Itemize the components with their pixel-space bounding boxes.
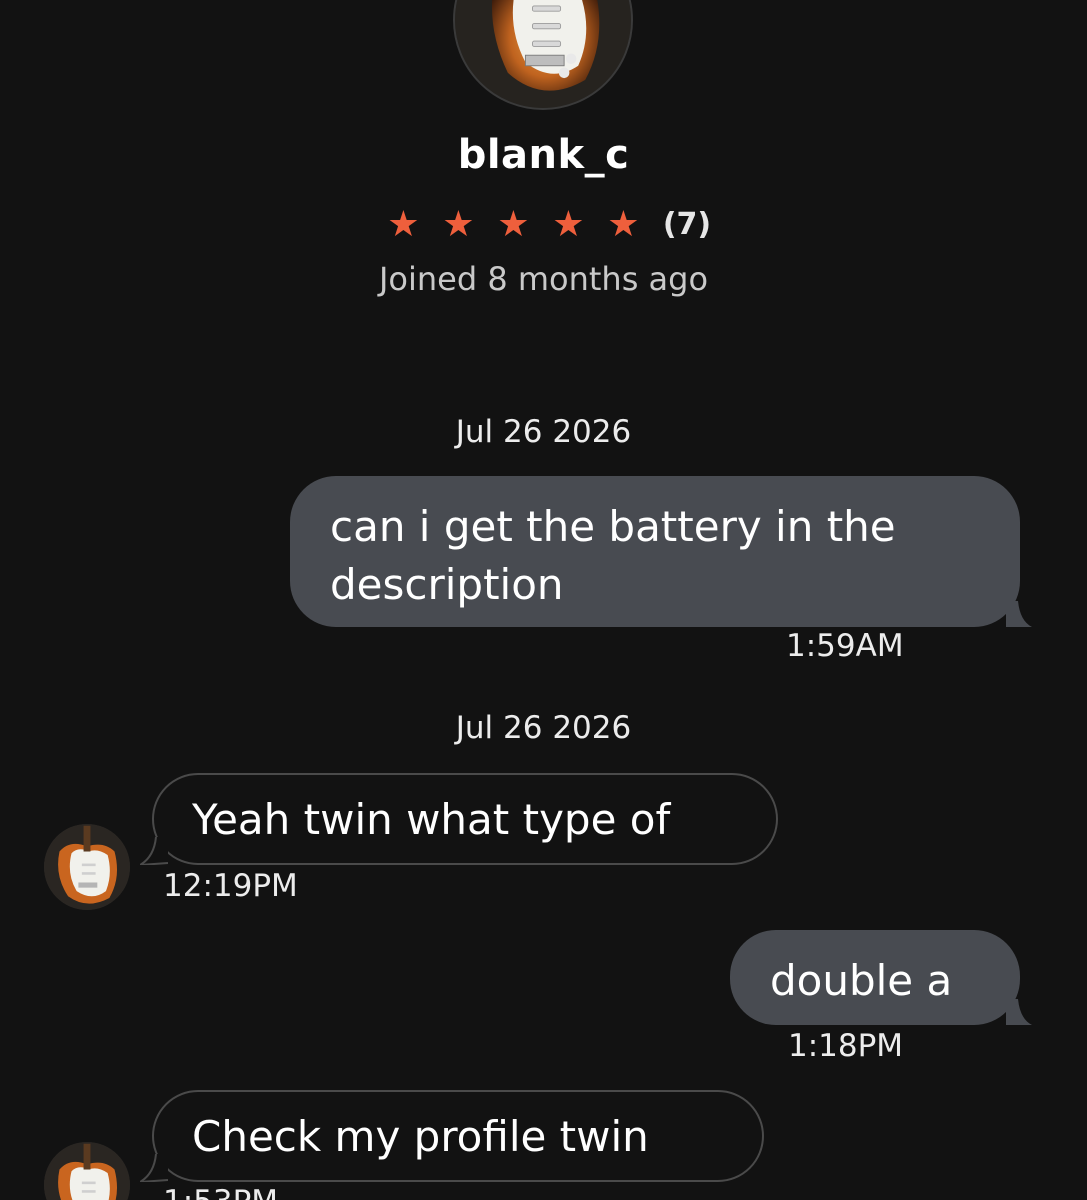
guitar-avatar-icon	[44, 1142, 130, 1200]
outgoing-message-bubble[interactable]: can i get the battery in the description	[290, 476, 1032, 627]
star-icon: ★	[552, 204, 585, 245]
sender-avatar[interactable]	[44, 824, 130, 910]
profile-avatar[interactable]	[453, 0, 633, 110]
message-timestamp: 1:59AM	[786, 628, 904, 664]
profile-username: blank_c	[457, 132, 630, 178]
rating-count[interactable]: (7)	[663, 200, 711, 250]
star-icon: ★	[442, 204, 475, 245]
message-timestamp: 1:53PM	[163, 1184, 278, 1200]
star-icon: ★	[607, 204, 640, 245]
date-divider: Jul 26 2026	[455, 414, 632, 450]
star-icon: ★	[387, 204, 420, 245]
date-divider: Jul 26 2026	[455, 710, 632, 746]
bubble-tail-icon	[140, 1154, 168, 1182]
outgoing-message-bubble[interactable]: double a	[730, 930, 1032, 1025]
message-text: double a	[770, 956, 953, 1005]
bubble-tail-icon	[140, 837, 168, 865]
message-text: Check my profile twin	[192, 1112, 649, 1161]
bubble-tail-icon	[1006, 999, 1032, 1025]
sender-avatar[interactable]	[44, 1142, 130, 1200]
star-icon: ★	[497, 204, 530, 245]
bubble-tail-icon	[1006, 601, 1032, 627]
message-timestamp: 1:18PM	[788, 1028, 904, 1064]
message-text: can i get the battery in the description	[330, 502, 896, 609]
guitar-avatar-icon	[455, 0, 631, 108]
message-timestamp: 12:19PM	[163, 868, 298, 904]
joined-date: Joined 8 months ago	[378, 260, 709, 298]
incoming-message-bubble[interactable]: Check my profile twin	[140, 1090, 764, 1182]
rating-row: ★ ★ ★ ★ ★ (7)	[0, 200, 1087, 250]
incoming-message-bubble[interactable]: Yeah twin what type of	[140, 773, 778, 865]
message-text: Yeah twin what type of	[192, 795, 671, 844]
guitar-avatar-icon	[44, 824, 130, 910]
chat-screen: blank_c ★ ★ ★ ★ ★ (7) Joined 8 months ag…	[0, 0, 1087, 1200]
